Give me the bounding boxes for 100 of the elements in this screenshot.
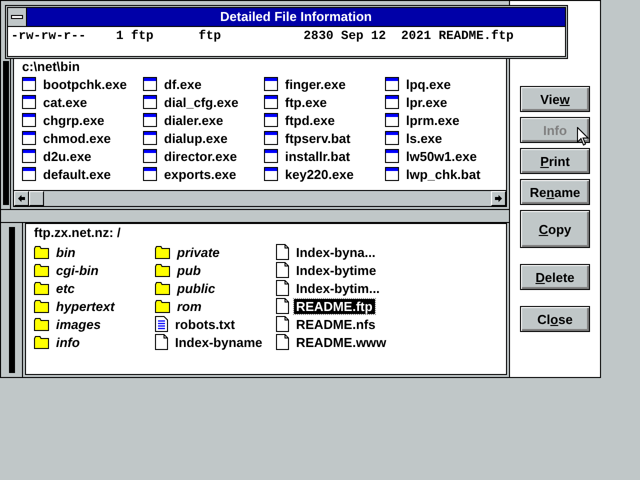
- file-name: bootpchk.exe: [42, 76, 128, 92]
- file-name: dialup.exe: [163, 130, 229, 146]
- file-name: hypertext: [55, 298, 116, 314]
- scroll-left-button[interactable]: [14, 191, 29, 206]
- system-menu-button[interactable]: [8, 8, 27, 26]
- folder-icon: [155, 246, 170, 258]
- window-icon: [22, 131, 36, 145]
- file-name: lwp_chk.bat: [405, 166, 482, 182]
- splitter-bar[interactable]: [8, 227, 14, 373]
- splitter-bar[interactable]: [2, 61, 8, 205]
- file-item[interactable]: df.exe: [143, 75, 264, 93]
- folder-icon: [34, 318, 49, 330]
- window-icon: [264, 113, 278, 127]
- file-item[interactable]: public: [155, 279, 276, 297]
- file-item[interactable]: installr.bat: [264, 147, 385, 165]
- file-item[interactable]: lwp_chk.bat: [385, 165, 506, 183]
- file-item[interactable]: dialup.exe: [143, 129, 264, 147]
- file-name: chgrp.exe: [42, 112, 106, 128]
- menu-icon: [11, 15, 23, 19]
- file-item[interactable]: lpr.exe: [385, 93, 506, 111]
- file-name: director.exe: [163, 148, 238, 164]
- file-item[interactable]: hypertext: [34, 297, 155, 315]
- window-icon: [143, 77, 157, 91]
- window-icon: [264, 131, 278, 145]
- file-item[interactable]: chmod.exe: [22, 129, 143, 147]
- pane-divider[interactable]: [1, 209, 509, 223]
- file-item[interactable]: Index-byna...: [276, 243, 397, 261]
- text-file-icon: [155, 316, 168, 332]
- file-item[interactable]: README.ftp: [276, 297, 397, 315]
- window-icon: [22, 167, 36, 181]
- file-name: README.www: [295, 334, 388, 350]
- mouse-pointer-icon: [577, 127, 589, 146]
- window-icon: [22, 113, 36, 127]
- window-icon: [385, 167, 399, 181]
- file-item[interactable]: finger.exe: [264, 75, 385, 93]
- file-name: dialer.exe: [163, 112, 224, 128]
- file-name: finger.exe: [284, 76, 347, 92]
- file-item[interactable]: ls.exe: [385, 129, 506, 147]
- file-name: ftpd.exe: [284, 112, 336, 128]
- file-list-pane[interactable]: ftp.zx.net.nz: / bin cgi-bin etc hypertext images info private pub public rom robots.txt Index-byname Index-byna... Index-bytime Index-bytim... README.ftp README.nfs README.www: [25, 223, 507, 375]
- window-icon: [22, 149, 36, 163]
- dialog-title: Detailed File Information: [219, 8, 373, 26]
- file-name: Index-bytime: [295, 262, 378, 278]
- file-item[interactable]: robots.txt: [155, 315, 276, 333]
- file-icon: [276, 298, 289, 314]
- action-button[interactable]: Delete: [520, 264, 590, 290]
- file-item[interactable]: ftpserv.bat: [264, 129, 385, 147]
- scroll-thumb[interactable]: [29, 191, 44, 206]
- file-item[interactable]: ftp.exe: [264, 93, 385, 111]
- file-item[interactable]: key220.exe: [264, 165, 385, 183]
- file-item[interactable]: cat.exe: [22, 93, 143, 111]
- file-item[interactable]: Index-byname: [155, 333, 276, 351]
- horizontal-scrollbar[interactable]: [14, 190, 506, 206]
- file-name: lprm.exe: [405, 112, 460, 128]
- file-item[interactable]: Index-bytim...: [276, 279, 397, 297]
- file-name: ftpserv.bat: [284, 130, 352, 146]
- action-button[interactable]: Print: [520, 148, 590, 174]
- file-item[interactable]: default.exe: [22, 165, 143, 183]
- action-button[interactable]: View: [520, 86, 590, 112]
- file-item[interactable]: Index-bytime: [276, 261, 397, 279]
- file-name: README.ftp: [294, 298, 375, 314]
- file-item[interactable]: lprm.exe: [385, 111, 506, 129]
- file-name: pub: [176, 262, 202, 278]
- file-item[interactable]: dialer.exe: [143, 111, 264, 129]
- file-item[interactable]: info: [34, 333, 155, 351]
- folder-icon: [34, 300, 49, 312]
- file-item[interactable]: director.exe: [143, 147, 264, 165]
- file-item[interactable]: rom: [155, 297, 276, 315]
- file-icon: [276, 244, 289, 260]
- file-item[interactable]: README.www: [276, 333, 397, 351]
- window-icon: [143, 95, 157, 109]
- file-item[interactable]: lw50w1.exe: [385, 147, 506, 165]
- action-button[interactable]: Rename: [520, 179, 590, 205]
- file-item[interactable]: README.nfs: [276, 315, 397, 333]
- action-button[interactable]: Close: [520, 306, 590, 332]
- scroll-right-button[interactable]: [491, 191, 506, 206]
- file-item[interactable]: lpq.exe: [385, 75, 506, 93]
- file-item[interactable]: images: [34, 315, 155, 333]
- folder-icon: [34, 336, 49, 348]
- file-item[interactable]: cgi-bin: [34, 261, 155, 279]
- file-item[interactable]: dial_cfg.exe: [143, 93, 264, 111]
- file-item[interactable]: d2u.exe: [22, 147, 143, 165]
- action-button[interactable]: Copy: [520, 210, 590, 248]
- file-name: images: [55, 316, 102, 332]
- file-item[interactable]: private: [155, 243, 276, 261]
- file-icon: [155, 334, 168, 350]
- file-item[interactable]: exports.exe: [143, 165, 264, 183]
- file-list-pane[interactable]: [13, 57, 507, 207]
- file-name: info: [55, 334, 81, 350]
- file-item[interactable]: ftpd.exe: [264, 111, 385, 129]
- file-item[interactable]: etc: [34, 279, 155, 297]
- folder-icon: [34, 282, 49, 294]
- file-name: robots.txt: [174, 316, 236, 332]
- file-item[interactable]: bootpchk.exe: [22, 75, 143, 93]
- file-item[interactable]: chgrp.exe: [22, 111, 143, 129]
- window-icon: [264, 149, 278, 163]
- file-item[interactable]: bin: [34, 243, 155, 261]
- file-item[interactable]: pub: [155, 261, 276, 279]
- file-name: ls.exe: [405, 130, 444, 146]
- folder-icon: [34, 264, 49, 276]
